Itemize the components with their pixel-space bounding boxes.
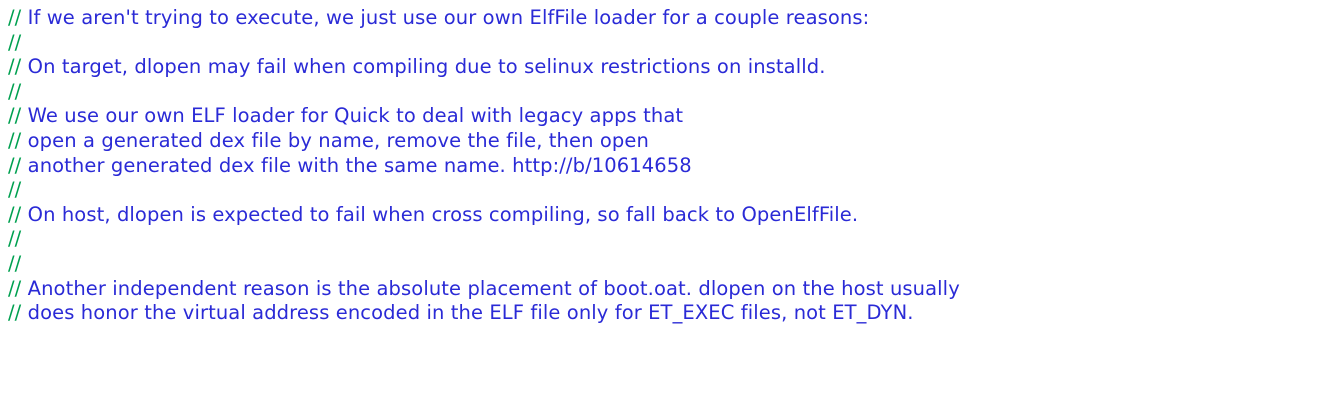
code-line: // On host, dlopen is expected to fail w… (8, 203, 1343, 228)
comment-text: does honor the virtual address encoded i… (21, 301, 914, 325)
comment-marker: // (8, 6, 22, 29)
code-line: // open a generated dex file by name, re… (8, 129, 1343, 154)
comment-marker: // (8, 30, 22, 54)
code-line: // On target, dlopen may fail when compi… (8, 55, 1343, 80)
comment-marker: // (8, 202, 22, 226)
comment-marker: // (8, 227, 22, 251)
comment-text: If we aren't trying to execute, we just … (21, 6, 870, 29)
comment-marker: // (8, 301, 22, 325)
comment-text: Another independent reason is the absolu… (21, 276, 960, 300)
comment-text: open a generated dex file by name, remov… (21, 128, 649, 152)
code-line: // If we aren't trying to execute, we ju… (8, 6, 1343, 31)
comment-text: On target, dlopen may fail when compilin… (21, 55, 826, 79)
code-line: // (8, 178, 1343, 203)
code-line: // (8, 31, 1343, 56)
comment-marker: // (8, 153, 22, 177)
code-comment-block: // If we aren't trying to execute, we ju… (0, 0, 1343, 407)
comment-marker: // (8, 276, 22, 300)
code-line: // We use our own ELF loader for Quick t… (8, 104, 1343, 129)
code-line: // Another independent reason is the abs… (8, 277, 1343, 302)
code-line: // (8, 227, 1343, 252)
comment-text: another generated dex file with the same… (21, 153, 692, 177)
code-line: // (8, 80, 1343, 105)
comment-marker: // (8, 79, 22, 103)
comment-marker: // (8, 251, 22, 275)
code-line: // does honor the virtual address encode… (8, 301, 1343, 326)
comment-marker: // (8, 104, 22, 128)
comment-marker: // (8, 178, 22, 202)
code-line: // (8, 252, 1343, 277)
code-line: // another generated dex file with the s… (8, 154, 1343, 179)
comment-text: On host, dlopen is expected to fail when… (21, 202, 859, 226)
comment-marker: // (8, 128, 22, 152)
comment-text: We use our own ELF loader for Quick to d… (21, 104, 684, 128)
comment-marker: // (8, 55, 22, 79)
